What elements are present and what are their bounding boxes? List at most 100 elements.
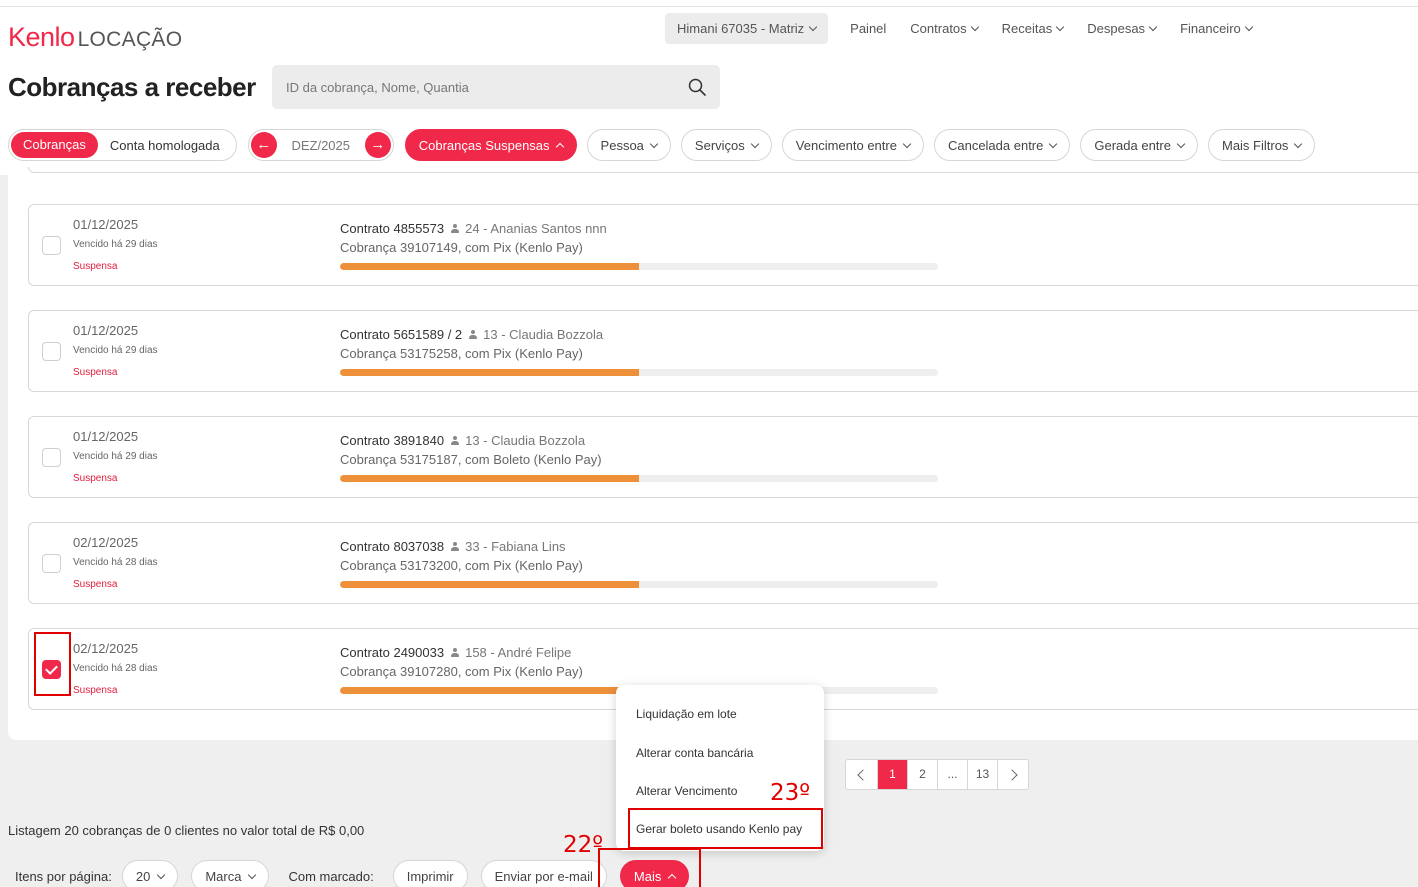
row-checkbox[interactable] (42, 342, 61, 361)
filter-cancelada[interactable]: Cancelada entre (933, 129, 1071, 161)
month-label: DEZ/2025 (291, 137, 350, 153)
charge-date: 01/12/2025 (73, 323, 139, 338)
charge-description: Cobrança 39107149, com Pix (Kenlo Pay) (340, 240, 583, 255)
branch-selector[interactable]: Himani 67035 - Matriz (665, 13, 829, 44)
next-month-button[interactable]: → (364, 132, 391, 158)
person-icon (468, 329, 478, 340)
charge-date: 01/12/2025 (73, 429, 139, 444)
progress-fill (340, 581, 639, 588)
charge-due: Vencido há 28 dias (73, 557, 158, 568)
progress-fill (340, 687, 639, 694)
logo[interactable]: Kenlo LOCAÇÃO (8, 22, 182, 53)
row-checkbox[interactable] (42, 448, 61, 467)
charge-status: Suspensa (73, 367, 118, 378)
per-page-label: Itens por página: (15, 868, 112, 884)
list-item[interactable]: 01/12/2025 Vencido há 29 dias Suspensa C… (28, 416, 1418, 498)
per-page-select[interactable]: 20 (121, 860, 179, 887)
list-item[interactable]: 02/12/2025 Vencido há 28 dias Suspensa C… (28, 522, 1418, 604)
logo-brand: Kenlo (8, 22, 75, 52)
contract-number[interactable]: Contrato 3891840 (340, 433, 444, 448)
list-item[interactable]: 01/12/2025 Vencido há 29 dias Suspensa C… (28, 310, 1418, 392)
print-button[interactable]: Imprimir (392, 860, 468, 887)
page-ellipsis: ... (937, 760, 967, 789)
contract-line: Contrato 3891840 13 - Claudia Bozzola (340, 433, 585, 448)
row-checkbox[interactable] (42, 554, 61, 573)
filter-mais-filtros[interactable]: Mais Filtros (1207, 129, 1316, 161)
chevron-down-icon (808, 22, 818, 32)
contract-number[interactable]: Contrato 8037038 (340, 539, 444, 554)
charge-description: Cobrança 53175258, com Pix (Kenlo Pay) (340, 346, 583, 361)
progress-fill (340, 263, 639, 270)
person-name: 13 - Claudia Bozzola (465, 433, 586, 448)
filter-bar: Cobranças Conta homologada ← DEZ/2025 → … (8, 129, 1325, 161)
search-input[interactable] (272, 65, 672, 109)
charge-status: Suspensa (73, 261, 118, 272)
top-strip (0, 0, 1418, 7)
charge-due: Vencido há 29 dias (73, 345, 158, 356)
person-name: 33 - Fabiana Lins (465, 539, 566, 554)
nav-item-contratos[interactable]: Contratos (908, 13, 979, 44)
menu-item-alterar-vencimento[interactable]: Alterar Vencimento (636, 784, 737, 798)
annotation-box-checkbox (34, 632, 71, 696)
chevron-down-icon (902, 139, 912, 148)
annotation-step-23: 23º (770, 780, 811, 806)
page-13[interactable]: 13 (967, 760, 997, 789)
search-box (272, 65, 720, 109)
charge-date: 02/12/2025 (73, 641, 139, 656)
chevron-down-icon (1056, 22, 1065, 32)
prev-page-button[interactable] (846, 760, 877, 789)
chevron-down-icon (970, 22, 979, 32)
search-icon[interactable] (688, 78, 706, 96)
progress-bar (340, 263, 938, 270)
chevron-down-icon (1294, 139, 1303, 148)
charge-status: Suspensa (73, 685, 118, 696)
person-name: 158 - André Felipe (465, 645, 572, 660)
person-icon (450, 541, 460, 552)
person-name: 13 - Claudia Bozzola (483, 327, 604, 342)
prev-month-button[interactable]: ← (250, 132, 277, 158)
chevron-down-icon (157, 870, 166, 879)
contract-number[interactable]: Contrato 5651589 / 2 (340, 327, 462, 342)
contract-line: Contrato 5651589 / 2 13 - Claudia Bozzol… (340, 327, 603, 342)
progress-fill (340, 369, 639, 376)
person-name: 24 - Ananias Santos nnn (465, 221, 607, 236)
charge-date: 02/12/2025 (73, 535, 139, 550)
person-icon (450, 647, 460, 658)
contract-line: Contrato 8037038 33 - Fabiana Lins (340, 539, 566, 554)
chevron-up-icon (555, 142, 564, 151)
contract-number[interactable]: Contrato 4855573 (340, 221, 444, 236)
tab-cobrancas[interactable]: Cobranças (11, 132, 98, 158)
row-checkbox[interactable] (42, 236, 61, 255)
chevron-down-icon (248, 870, 257, 879)
nav-item-despesas[interactable]: Despesas (1085, 13, 1158, 44)
charge-due: Vencido há 29 dias (73, 451, 158, 462)
filter-gerada[interactable]: Gerada entre (1080, 129, 1198, 161)
tab-conta-homologada[interactable]: Conta homologada (98, 138, 234, 153)
charges-list: 01/12/2025 Vencido há 29 dias Suspensa C… (8, 167, 1418, 740)
charge-due: Vencido há 29 dias (73, 239, 158, 250)
nav-item-financeiro[interactable]: Financeiro (1178, 13, 1254, 44)
next-page-button[interactable] (997, 760, 1028, 789)
chevron-left-icon (857, 768, 869, 781)
header: Kenlo LOCAÇÃO Himani 67035 - Matriz Pain… (0, 7, 1418, 175)
contract-number[interactable]: Contrato 2490033 (340, 645, 444, 660)
mark-select[interactable]: Marca (191, 860, 270, 887)
email-button[interactable]: Enviar por e-mail (480, 860, 607, 887)
filter-vencimento[interactable]: Vencimento entre (781, 129, 924, 161)
nav-item-painel[interactable]: Painel (848, 13, 888, 44)
view-toggle: Cobranças Conta homologada (8, 129, 237, 161)
charge-description: Cobrança 39107280, com Pix (Kenlo Pay) (340, 664, 583, 679)
filter-suspended[interactable]: Cobranças Suspensas (404, 129, 577, 161)
progress-bar (340, 581, 938, 588)
page-1[interactable]: 1 (877, 760, 907, 789)
filter-servicos[interactable]: Serviços (680, 129, 772, 161)
charge-status: Suspensa (73, 579, 118, 590)
filter-pessoa[interactable]: Pessoa (586, 129, 671, 161)
menu-item-alterar-conta[interactable]: Alterar conta bancária (636, 746, 753, 760)
list-item[interactable]: 01/12/2025 Vencido há 29 dias Suspensa C… (28, 204, 1418, 286)
chevron-down-icon (649, 139, 659, 148)
nav-item-receitas[interactable]: Receitas (1000, 13, 1066, 44)
menu-item-liquidacao[interactable]: Liquidação em lote (636, 707, 737, 721)
chevron-down-icon (1148, 22, 1158, 32)
page-2[interactable]: 2 (907, 760, 937, 789)
